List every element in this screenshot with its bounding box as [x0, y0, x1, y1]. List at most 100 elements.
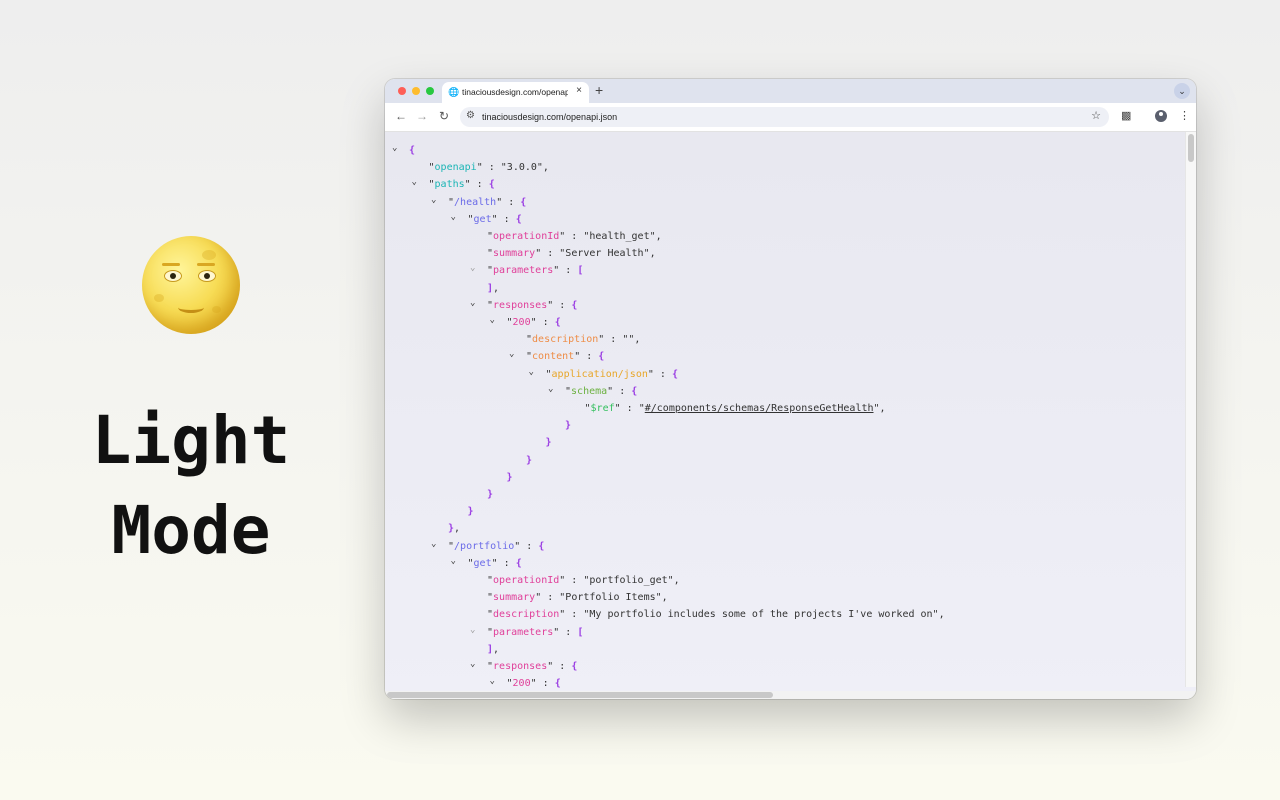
json-token: {	[520, 196, 527, 208]
json-token: [	[577, 626, 584, 638]
json-token: " :	[491, 213, 516, 225]
collapse-chevron-icon[interactable]: ⌄	[470, 657, 484, 671]
json-token: schema	[571, 385, 608, 397]
collapse-chevron-icon[interactable]: ⌄	[451, 210, 465, 224]
collapse-chevron-icon[interactable]: ⌄	[548, 382, 562, 396]
json-token: "3.0.0",	[500, 162, 549, 174]
json-token: " :	[530, 678, 555, 690]
json-token: {	[488, 179, 495, 191]
tab-close-icon[interactable]: ×	[576, 85, 582, 96]
address-bar[interactable]: ⚙ tinaciousdesign.com/openapi.json ☆	[460, 107, 1109, 127]
horizontal-scrollbar[interactable]	[385, 691, 1196, 699]
collapse-chevron-icon[interactable]: ⌄	[490, 313, 504, 327]
tab-title: tinaciousdesign.com/openapi.json	[462, 87, 568, 97]
json-token: paths	[434, 179, 465, 191]
json-token: "Server Health",	[559, 248, 656, 260]
collapse-chevron-icon[interactable]: ⌄	[431, 193, 445, 207]
json-token: responses	[493, 661, 548, 672]
json-token: " :	[491, 557, 516, 569]
forward-arrow-icon[interactable]: →	[416, 109, 428, 123]
json-line: "operationId" : "health_get",	[487, 230, 662, 244]
vertical-scrollbar[interactable]	[1185, 132, 1196, 687]
json-token: " :	[574, 351, 599, 363]
collapse-chevron-icon[interactable]: ⌄	[470, 296, 484, 310]
json-token: " :	[476, 162, 501, 174]
json-line[interactable]: ⌄ "/health" : {	[431, 193, 527, 210]
json-token: {	[571, 299, 578, 311]
json-line: "description" : "My portfolio includes s…	[487, 608, 945, 622]
site-settings-icon[interactable]: ⚙	[466, 110, 475, 121]
json-token: }	[487, 489, 494, 500]
json-line[interactable]: ⌄ "responses" : {	[470, 657, 577, 674]
json-ref-link[interactable]: #/components/schemas/ResponseGetHealth	[645, 403, 874, 414]
json-token: " :	[547, 299, 572, 311]
collapse-chevron-icon[interactable]: ⌄	[470, 261, 484, 275]
collapse-chevron-icon[interactable]: ⌄	[431, 537, 445, 551]
json-token: " :	[559, 231, 584, 242]
json-line[interactable]: ⌄ "get" : {	[451, 554, 522, 571]
json-token: openapi	[434, 162, 477, 174]
new-tab-button[interactable]: +	[595, 82, 603, 98]
tab-openapi-json[interactable]: 🌐 tinaciousdesign.com/openapi.json ×	[442, 82, 589, 103]
json-token: "",	[622, 334, 641, 346]
collapse-chevron-icon[interactable]: ⌄	[451, 554, 465, 568]
json-line: }	[565, 419, 571, 433]
json-token: description	[532, 334, 599, 346]
json-token: " :	[607, 385, 632, 397]
json-line: }	[468, 505, 474, 519]
json-line[interactable]: ⌄ "schema" : {	[548, 382, 637, 399]
tab-search-chevron-icon[interactable]: ⌄	[1174, 83, 1190, 99]
json-line[interactable]: ⌄ "content" : {	[509, 347, 605, 364]
json-line: "summary" : "Portfolio Items",	[487, 591, 668, 605]
maximize-window-button[interactable]	[426, 87, 434, 95]
json-token: application/json	[551, 368, 648, 380]
bookmark-star-icon[interactable]: ☆	[1091, 109, 1101, 122]
json-token: " :	[514, 540, 539, 552]
full-moon-face-emoji	[142, 236, 240, 334]
collapse-chevron-icon[interactable]: ⌄	[392, 141, 406, 155]
collapse-chevron-icon[interactable]: ⌄	[529, 365, 543, 379]
json-line[interactable]: ⌄ "parameters" : [	[470, 261, 584, 278]
promo-title-line1: Light	[91, 402, 291, 479]
json-line[interactable]: ⌄ "get" : {	[451, 210, 522, 227]
json-token: content	[532, 351, 575, 363]
collapse-chevron-icon[interactable]: ⌄	[490, 674, 504, 688]
json-token: operationId	[493, 575, 560, 586]
json-token: {	[598, 351, 605, 363]
more-menu-icon[interactable]: ⋮	[1179, 109, 1190, 122]
json-token: "health_get",	[583, 231, 662, 242]
json-line: "description" : "",	[526, 333, 640, 347]
json-token: $ref	[590, 403, 615, 414]
json-line[interactable]: ⌄ "application/json" : {	[529, 365, 678, 382]
json-line: }	[546, 436, 552, 450]
json-token: [	[577, 265, 584, 277]
collapse-chevron-icon[interactable]: ⌄	[412, 175, 426, 189]
profile-avatar-icon[interactable]	[1155, 110, 1167, 122]
reload-icon[interactable]: ↻	[439, 109, 449, 123]
collapse-chevron-icon[interactable]: ⌄	[509, 347, 523, 361]
json-token: summary	[493, 592, 536, 604]
json-token: }	[545, 437, 552, 449]
json-token: get	[473, 557, 492, 569]
minimize-window-button[interactable]	[412, 87, 420, 95]
collapse-chevron-icon[interactable]: ⌄	[470, 623, 484, 637]
json-token: " :	[530, 317, 555, 328]
json-line[interactable]: ⌄ "200" : {	[490, 674, 561, 691]
close-window-button[interactable]	[398, 87, 406, 95]
json-line[interactable]: ⌄ "/portfolio" : {	[431, 537, 545, 554]
json-line[interactable]: ⌄ "responses" : {	[470, 296, 578, 313]
back-arrow-icon[interactable]: ←	[395, 109, 407, 123]
json-line[interactable]: ⌄{	[392, 141, 415, 158]
json-token: }	[526, 454, 533, 466]
json-line[interactable]: ⌄ "parameters" : [	[470, 623, 584, 640]
json-token: ,	[493, 643, 500, 655]
json-line[interactable]: ⌄ "paths" : {	[412, 175, 495, 192]
json-line: ],	[487, 643, 499, 657]
json-token: {	[538, 540, 545, 552]
extensions-puzzle-icon[interactable]: ▩	[1121, 109, 1131, 122]
json-line[interactable]: ⌄ "200" : {	[490, 313, 561, 330]
json-token: " :	[559, 575, 584, 586]
json-token: {	[554, 678, 561, 690]
address-url[interactable]: tinaciousdesign.com/openapi.json	[482, 112, 617, 122]
json-line: "openapi" : "3.0.0",	[429, 161, 549, 175]
